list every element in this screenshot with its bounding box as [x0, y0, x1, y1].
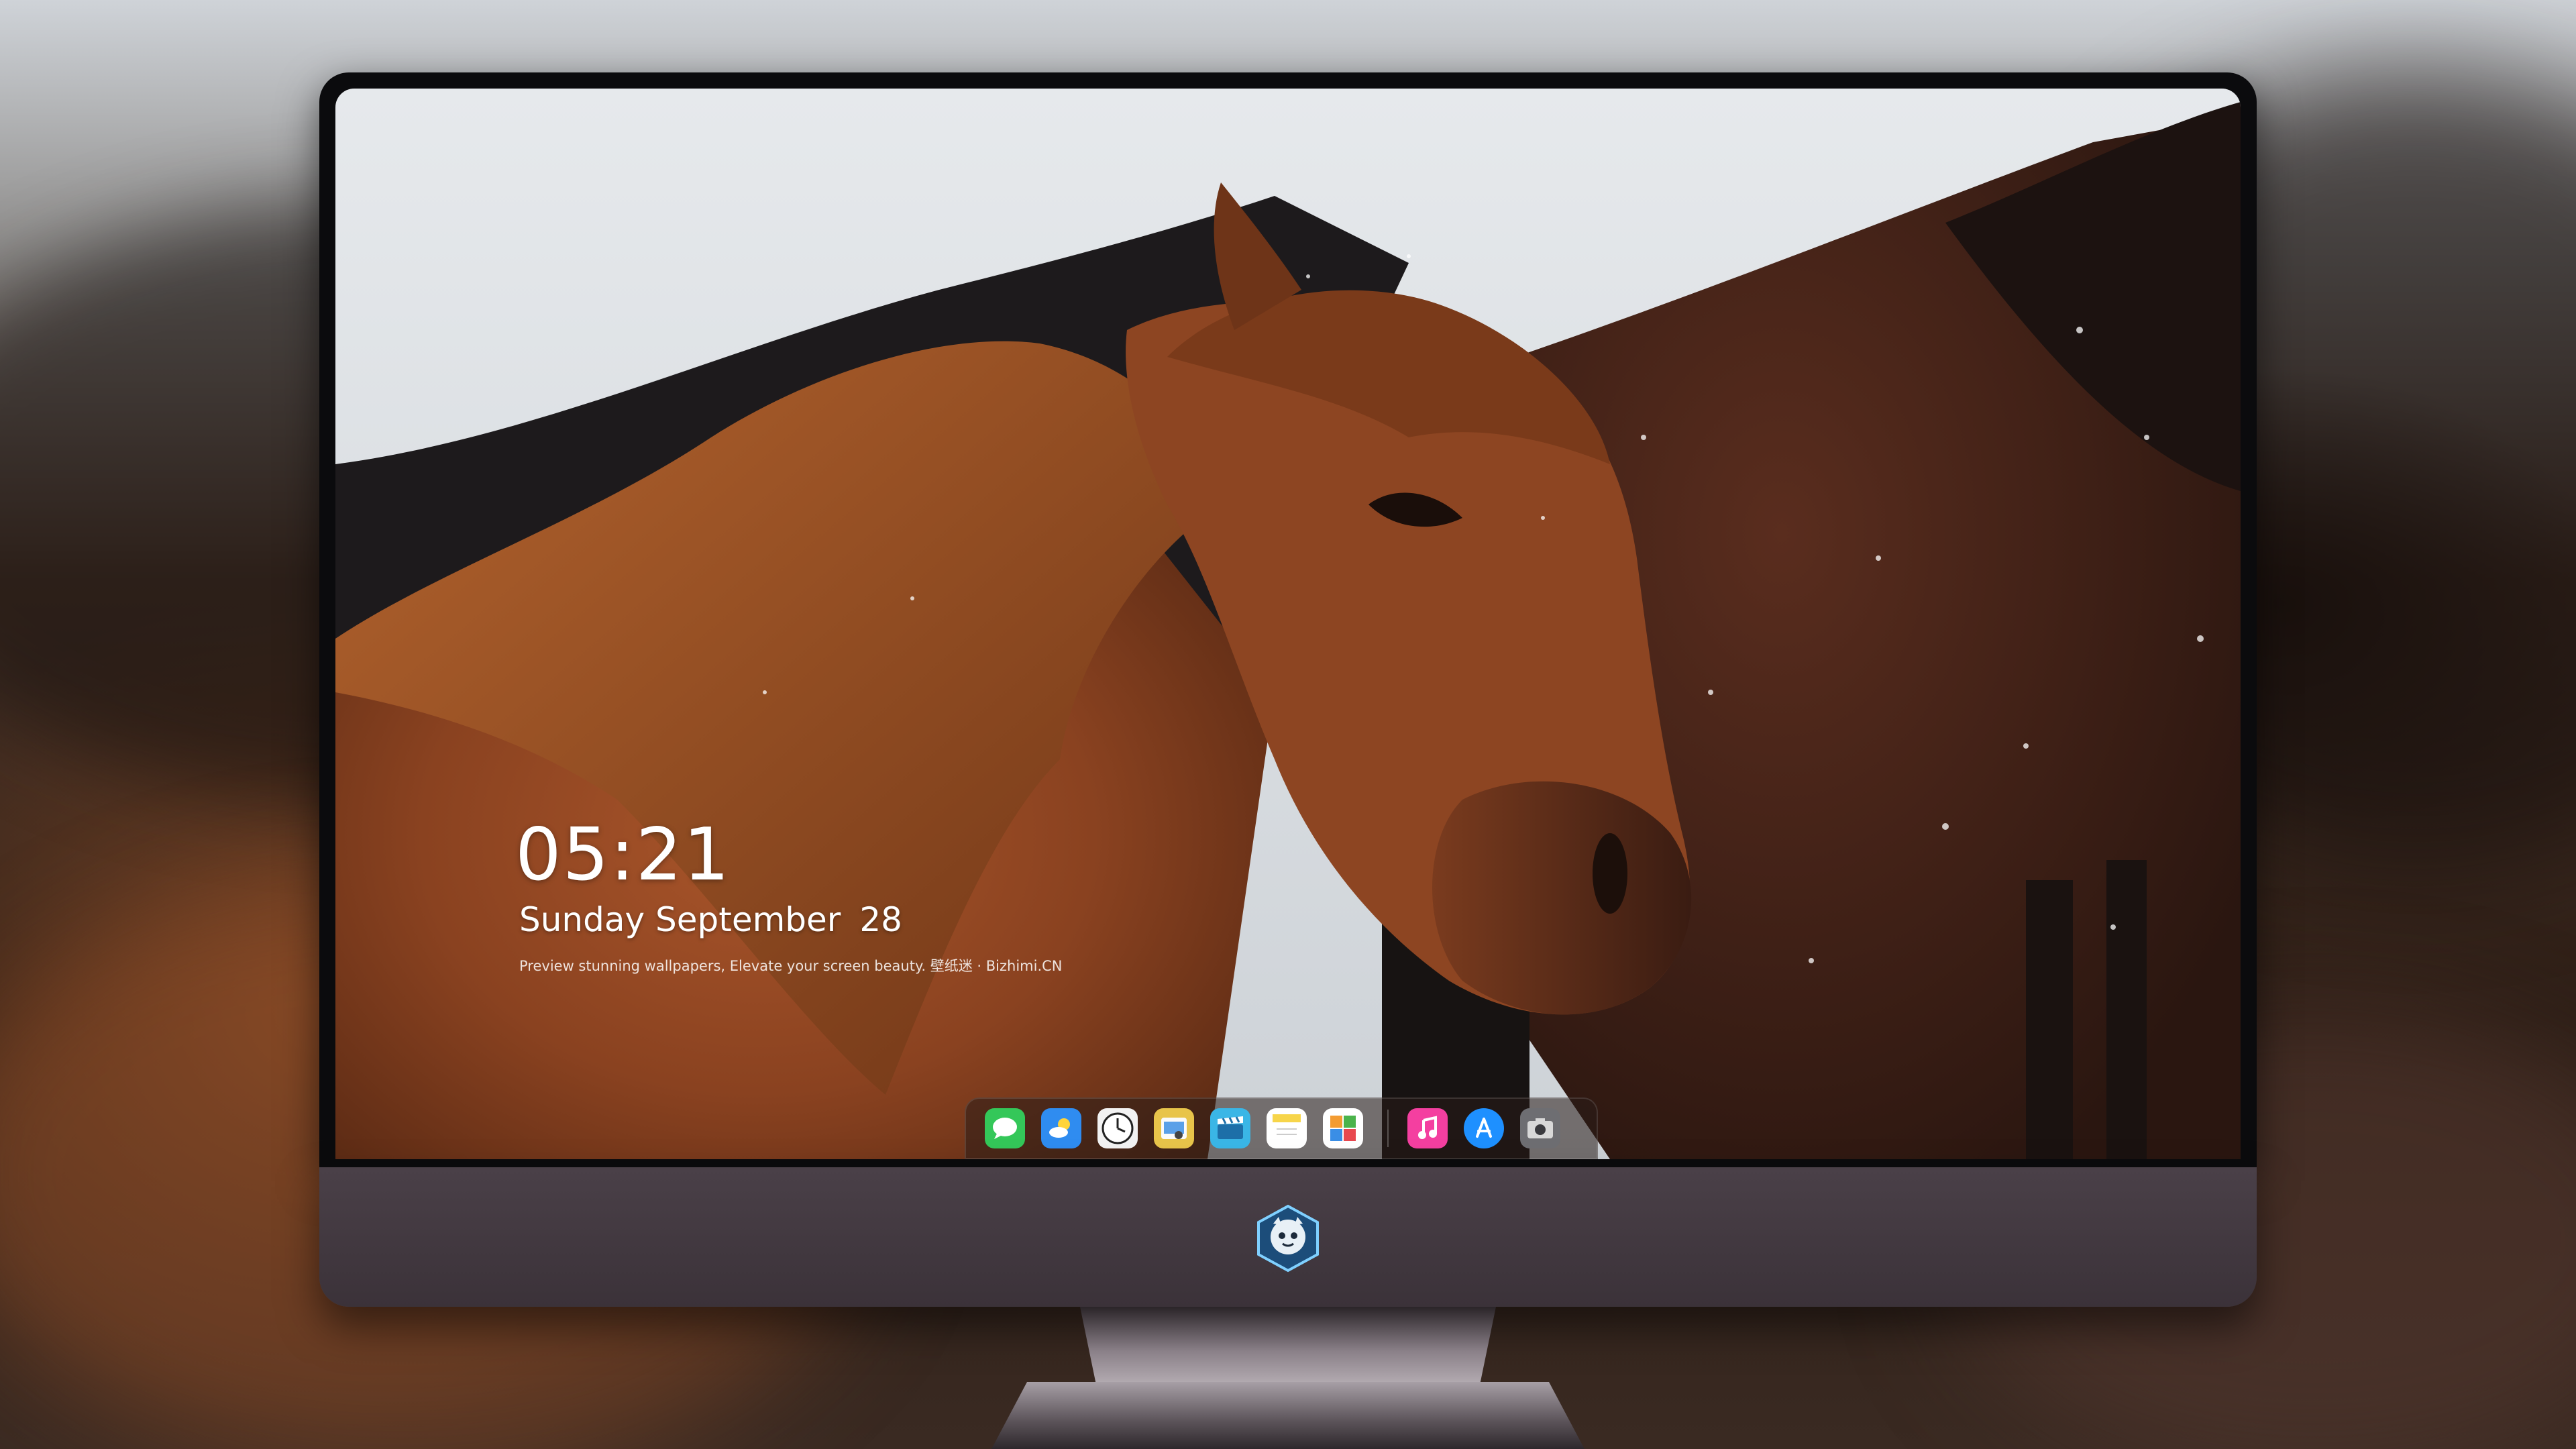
notes-icon[interactable]: [1267, 1108, 1307, 1148]
lock-date-day: 28: [859, 900, 902, 939]
music-icon[interactable]: [1407, 1108, 1448, 1148]
monitor-chin: [319, 1167, 2257, 1307]
imac-monitor: 05:21 Sunday September 28 Preview stunnin…: [319, 72, 2257, 1307]
monitor-bezel: 05:21 Sunday September 28 Preview stunnin…: [319, 72, 2257, 1167]
lock-date-text: Sunday September: [519, 900, 841, 939]
lock-tagline: Preview stunning wallpapers, Elevate you…: [519, 958, 1063, 974]
dock: [965, 1097, 1598, 1159]
lock-clock-time: 05:21: [515, 813, 731, 897]
monitor-stand-neck: [1080, 1307, 1496, 1387]
weather-icon[interactable]: [1041, 1108, 1081, 1148]
dock-separator: [1387, 1110, 1389, 1147]
mascot-logo-icon: [1253, 1203, 1323, 1273]
camera-icon[interactable]: [1520, 1108, 1560, 1148]
wallpaper-horse: [335, 89, 2241, 1159]
photos-grid-icon[interactable]: [1323, 1108, 1363, 1148]
messages-icon[interactable]: [985, 1108, 1025, 1148]
lock-screen: 05:21 Sunday September 28 Preview stunnin…: [335, 89, 2241, 1159]
app-store-icon[interactable]: [1464, 1108, 1504, 1148]
monitor-stand-base: [991, 1382, 1585, 1449]
clock-icon[interactable]: [1097, 1108, 1138, 1148]
presentation-stage: 05:21 Sunday September 28 Preview stunnin…: [0, 0, 2576, 1449]
lock-date: Sunday September 28: [519, 900, 902, 939]
preview-icon[interactable]: [1154, 1108, 1194, 1148]
clapperboard-icon[interactable]: [1210, 1108, 1250, 1148]
